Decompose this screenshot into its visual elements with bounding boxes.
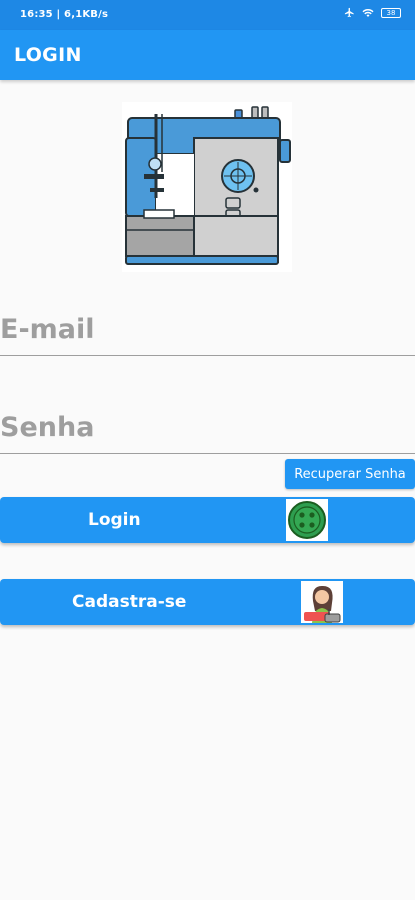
signup-button-label: Cadastra-se (72, 592, 187, 612)
email-field[interactable] (0, 305, 400, 353)
battery-level: 38 (386, 8, 396, 17)
battery-icon: 38 (381, 7, 401, 18)
recover-password-button[interactable]: Recuperar Senha (285, 459, 415, 489)
password-field-container (0, 403, 415, 454)
sewing-machine-icon (125, 106, 291, 265)
login-button-label: Login (88, 510, 141, 530)
status-icons: 38 (344, 7, 401, 18)
green-button-icon (286, 499, 328, 541)
signup-button[interactable]: Cadastra-se (0, 579, 415, 625)
status-bar: 16:35 | 6,1KB/s 38 (0, 0, 415, 30)
seamstress-avatar-icon (301, 581, 343, 623)
email-field-container (0, 305, 415, 356)
airplane-icon (344, 7, 354, 18)
sewing-machine-logo (122, 102, 292, 272)
status-time-speed: 16:35 | 6,1KB/s (20, 9, 109, 20)
page-title: LOGIN (14, 44, 82, 66)
login-button[interactable]: Login (0, 497, 415, 543)
password-field[interactable] (0, 403, 400, 451)
wifi-icon (362, 8, 374, 17)
recover-password-label: Recuperar Senha (294, 466, 406, 482)
app-bar: LOGIN (0, 30, 415, 80)
